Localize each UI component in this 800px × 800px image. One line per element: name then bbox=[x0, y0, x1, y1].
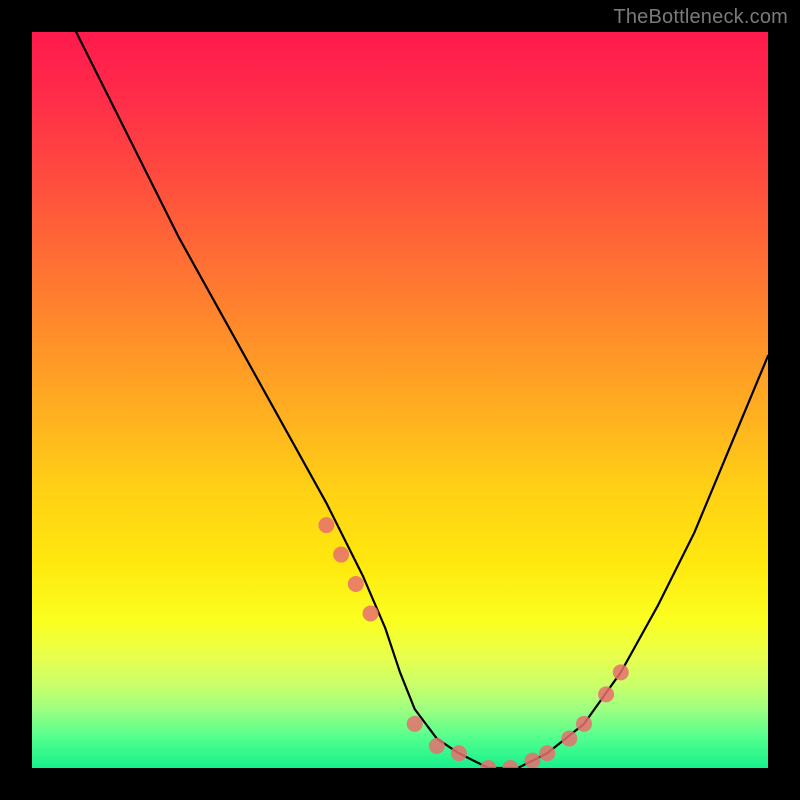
marker-curve-markers bbox=[613, 664, 629, 680]
marker-curve-markers bbox=[363, 605, 379, 621]
marker-curve-markers bbox=[318, 517, 334, 533]
marker-curve-markers bbox=[524, 753, 540, 768]
series-bottleneck-curve bbox=[76, 32, 768, 768]
marker-curve-markers bbox=[333, 547, 349, 563]
watermark-text: TheBottleneck.com bbox=[613, 6, 788, 29]
marker-curve-markers bbox=[429, 738, 445, 754]
plot-svg bbox=[32, 32, 768, 768]
marker-curve-markers bbox=[539, 745, 555, 761]
marker-curve-markers bbox=[598, 686, 614, 702]
marker-curve-markers bbox=[561, 731, 577, 747]
marker-curve-markers bbox=[348, 576, 364, 592]
marker-curve-markers bbox=[407, 716, 423, 732]
marker-curve-markers bbox=[502, 760, 518, 768]
chart-frame: TheBottleneck.com bbox=[0, 0, 800, 800]
marker-curve-markers bbox=[576, 716, 592, 732]
plot-area bbox=[32, 32, 768, 768]
marker-curve-markers bbox=[451, 745, 467, 761]
marker-curve-markers bbox=[480, 760, 496, 768]
